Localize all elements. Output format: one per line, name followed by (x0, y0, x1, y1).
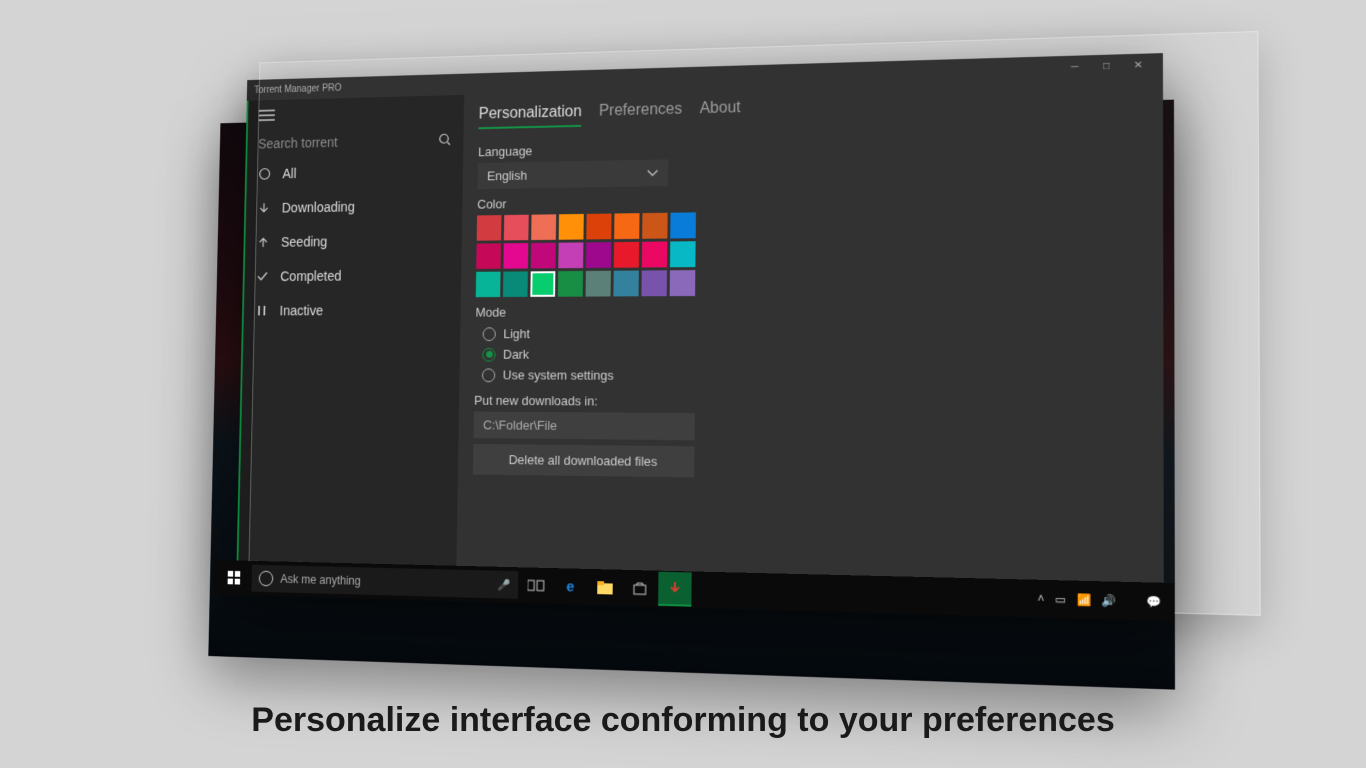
tabs: Personalization Preferences About (478, 85, 1146, 137)
tab-preferences[interactable]: Preferences (599, 101, 682, 125)
start-button[interactable] (218, 560, 251, 595)
maximize-button[interactable]: □ (1090, 55, 1122, 76)
cortana-search[interactable]: Ask me anything 🎤 (251, 565, 518, 599)
color-swatch[interactable] (642, 242, 668, 268)
radio-label: Dark (503, 347, 529, 362)
language-select[interactable]: English (478, 159, 669, 189)
system-tray: ˄ ▭ 📶 🔊 💬 (1038, 592, 1171, 609)
torrent-app-icon[interactable] (658, 572, 692, 607)
color-swatch[interactable] (613, 271, 638, 297)
color-swatch[interactable] (476, 243, 501, 269)
store-icon[interactable] (623, 571, 656, 606)
color-swatch[interactable] (642, 213, 668, 239)
color-swatch[interactable] (586, 214, 611, 240)
volume-icon[interactable]: 🔊 (1102, 593, 1117, 607)
delete-files-button[interactable]: Delete all downloaded files (473, 444, 695, 478)
radio-icon (482, 347, 495, 361)
language-value: English (487, 168, 527, 183)
mode-light-radio[interactable]: Light (475, 322, 1146, 344)
downloads-path-input[interactable]: C:\Folder\File (473, 412, 694, 441)
app-window: Torrent Manager PRO ─ □ ✕ All (236, 53, 1164, 609)
main-panel: Personalization Preferences About Langua… (456, 76, 1164, 609)
color-swatch[interactable] (531, 243, 556, 269)
color-swatch[interactable] (531, 214, 556, 240)
tray-expand-icon[interactable]: ˄ (1038, 592, 1045, 605)
cortana-placeholder: Ask me anything (280, 572, 490, 591)
promo-caption: Personalize interface conforming to your… (0, 701, 1366, 740)
color-swatch[interactable] (477, 215, 502, 241)
mic-icon: 🎤 (498, 578, 511, 591)
pause-icon (254, 303, 269, 318)
color-swatch[interactable] (641, 270, 667, 296)
sidebar-item-label: All (282, 166, 296, 181)
color-swatch[interactable] (586, 242, 611, 268)
circle-icon (257, 166, 272, 181)
color-swatch[interactable] (530, 271, 555, 297)
color-swatch[interactable] (670, 270, 696, 296)
sidebar-item-downloading[interactable]: Downloading (246, 188, 463, 226)
app-title: Torrent Manager PRO (254, 83, 342, 96)
chevron-down-icon (647, 169, 659, 177)
mode-label: Mode (475, 302, 1146, 320)
mode-system-radio[interactable]: Use system settings (474, 365, 1146, 388)
arrow-down-icon (257, 200, 272, 215)
sidebar-item-inactive[interactable]: Inactive (244, 292, 461, 327)
sidebar-item-label: Seeding (281, 234, 328, 250)
downloads-label: Put new downloads in: (474, 393, 1146, 412)
color-swatch[interactable] (670, 241, 696, 267)
color-swatch[interactable] (559, 214, 584, 240)
radio-label: Light (503, 326, 530, 341)
color-swatch[interactable] (558, 271, 583, 297)
battery-icon[interactable]: ▭ (1055, 592, 1066, 606)
sidebar-item-completed[interactable]: Completed (244, 257, 461, 293)
wifi-icon[interactable]: 📶 (1077, 593, 1092, 607)
color-grid (476, 206, 1146, 297)
color-swatch[interactable] (476, 272, 501, 298)
action-center-icon[interactable]: 💬 (1147, 595, 1162, 609)
sidebar-item-seeding[interactable]: Seeding (245, 222, 462, 259)
hamburger-button[interactable] (248, 95, 464, 131)
color-swatch[interactable] (614, 242, 639, 268)
search-input[interactable] (258, 132, 438, 151)
mode-dark-radio[interactable]: Dark (475, 344, 1146, 366)
minimize-button[interactable]: ─ (1059, 56, 1091, 77)
sidebar: All Downloading Seeding Completed Inacti… (236, 95, 464, 591)
arrow-up-icon (256, 234, 271, 249)
color-swatch[interactable] (504, 215, 529, 241)
search-icon[interactable] (437, 132, 452, 148)
color-swatch[interactable] (670, 212, 696, 238)
sidebar-item-label: Downloading (282, 199, 355, 215)
task-view-button[interactable] (520, 568, 553, 603)
tab-personalization[interactable]: Personalization (478, 103, 581, 129)
checkmark-icon (255, 269, 270, 284)
color-swatch[interactable] (586, 271, 611, 297)
color-swatch[interactable] (558, 242, 583, 268)
radio-icon (483, 327, 496, 341)
file-explorer-icon[interactable] (588, 570, 621, 605)
radio-label: Use system settings (503, 368, 614, 383)
color-swatch[interactable] (614, 213, 639, 239)
sidebar-item-all[interactable]: All (247, 153, 464, 192)
color-swatch[interactable] (503, 243, 528, 269)
sidebar-item-label: Inactive (279, 303, 323, 318)
edge-icon[interactable]: e (554, 569, 587, 604)
radio-icon (482, 368, 495, 382)
color-swatch[interactable] (503, 271, 528, 297)
close-button[interactable]: ✕ (1122, 54, 1154, 76)
cortana-icon (259, 571, 274, 587)
sidebar-item-label: Completed (280, 268, 341, 284)
tab-about[interactable]: About (699, 99, 740, 122)
